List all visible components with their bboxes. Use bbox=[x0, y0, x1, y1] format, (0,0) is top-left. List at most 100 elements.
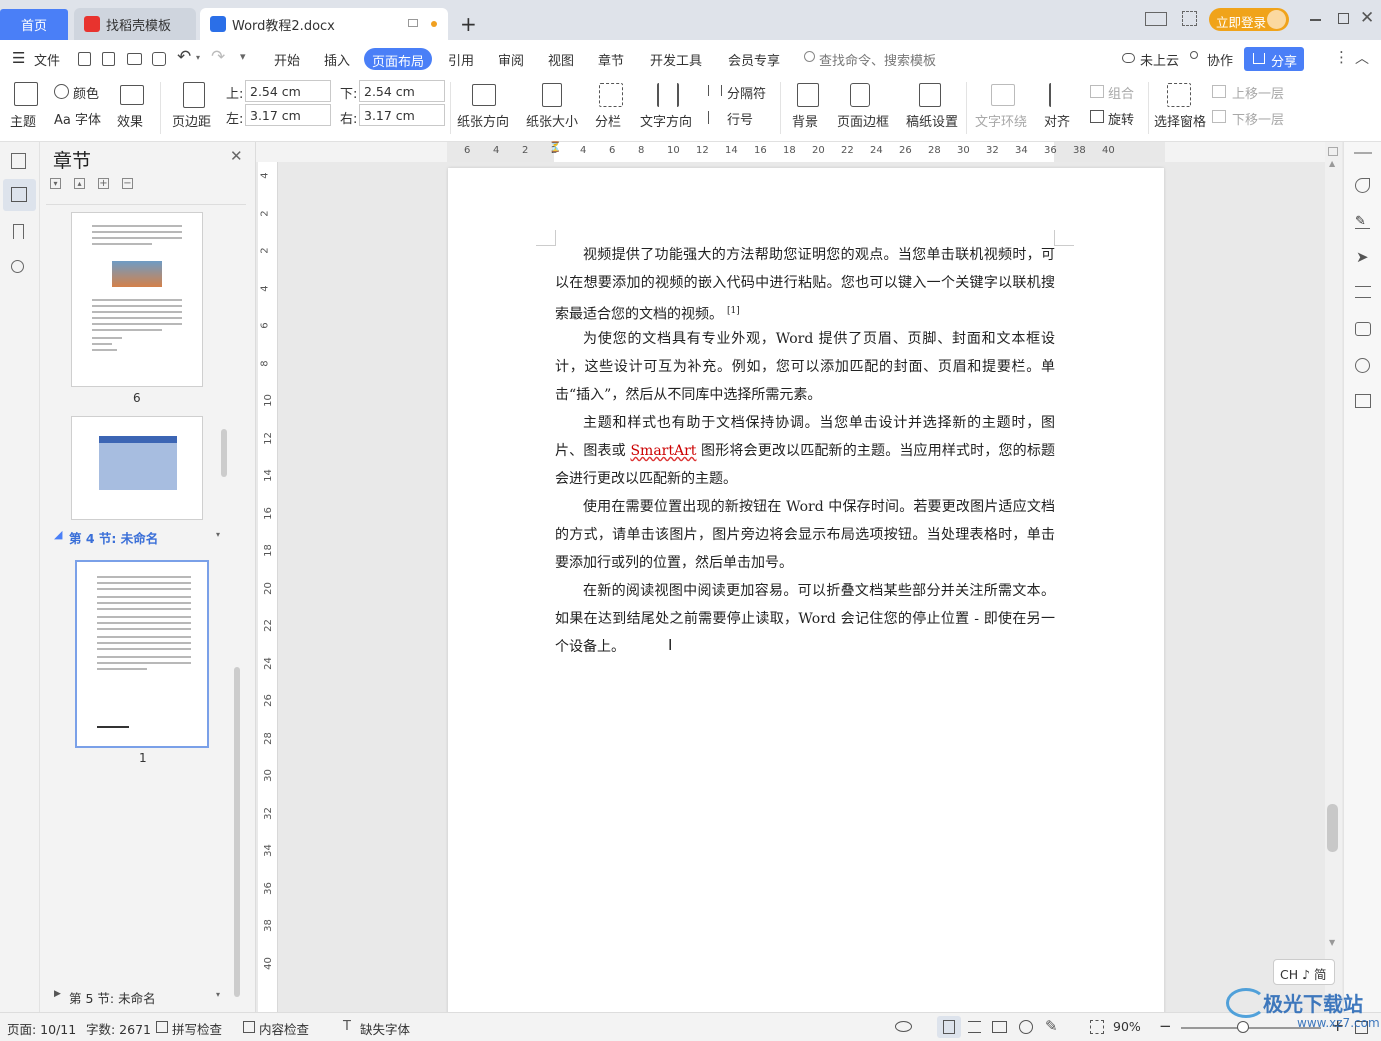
panel-scrollbar[interactable] bbox=[234, 667, 240, 997]
zoom-level[interactable]: 90% bbox=[1113, 1019, 1141, 1034]
chapter-nav-tab[interactable] bbox=[3, 179, 36, 211]
scrollbar-thumb[interactable] bbox=[1327, 804, 1338, 852]
tab-template[interactable]: 找稻壳模板 bbox=[74, 8, 196, 40]
menu-item-section[interactable]: 章节 bbox=[598, 50, 624, 69]
section-5-menu-icon[interactable]: ▾ bbox=[216, 990, 220, 999]
outline-icon[interactable] bbox=[11, 153, 26, 169]
fit-page-icon[interactable] bbox=[1090, 1020, 1104, 1034]
reading-mode-icon[interactable] bbox=[1145, 12, 1167, 26]
tab-document[interactable]: Word教程2.docx bbox=[200, 8, 448, 40]
text-direction-button[interactable]: 文字方向 bbox=[640, 111, 692, 130]
missing-font-button[interactable]: 缺失字体 bbox=[360, 1019, 410, 1038]
page-count[interactable]: 页面: 10/11 bbox=[7, 1019, 76, 1038]
menu-item-developer[interactable]: 开发工具 bbox=[650, 50, 702, 69]
paragraph-1[interactable]: 视频提供了功能强大的方法帮助您证明您的观点。当您单击联机视频时，可以在想要添加的… bbox=[555, 241, 1055, 329]
section-4-title[interactable]: 第 4 节: 未命名 bbox=[69, 528, 158, 547]
footnote-reference[interactable]: [1] bbox=[727, 306, 740, 316]
menu-item-page-layout[interactable]: 页面布局 bbox=[364, 48, 432, 70]
rotate-button[interactable]: 旋转 bbox=[1108, 109, 1134, 128]
paragraph-5[interactable]: 在新的阅读视图中阅读更加容易。可以折叠文档某些部分并关注所需文本。如果在达到结尾… bbox=[555, 577, 1055, 661]
ime-indicator[interactable]: CH ♪ 简 bbox=[1273, 959, 1335, 985]
menu-item-view[interactable]: 视图 bbox=[548, 50, 574, 69]
content-check-button[interactable]: 内容检查 bbox=[259, 1019, 309, 1038]
collapse-ribbon-icon[interactable]: ︿ bbox=[1355, 48, 1369, 68]
more-options-icon[interactable]: ⋮ bbox=[1334, 48, 1349, 66]
hamburger-icon[interactable]: ☰ bbox=[12, 49, 25, 67]
print-icon[interactable] bbox=[127, 53, 142, 65]
bookmark-icon[interactable] bbox=[13, 224, 24, 239]
undo-dropdown-icon[interactable]: ▾ bbox=[196, 53, 200, 62]
read-aloud-icon[interactable] bbox=[1355, 394, 1371, 408]
page-thumbnail-current[interactable] bbox=[75, 560, 209, 748]
horizontal-ruler[interactable]: 6 4 2 2 4 6 8 10 12 14 16 18 20 22 24 26 28 30 32 34 36 38 40 … bbox=[447, 142, 1165, 162]
scroll-up-icon[interactable]: ▲ bbox=[1329, 159, 1335, 168]
bring-forward-button[interactable]: 上移一层 bbox=[1232, 83, 1284, 102]
menu-item-start[interactable]: 开始 bbox=[274, 50, 300, 69]
remove-section-icon[interactable]: − bbox=[122, 178, 133, 189]
zoom-out-button[interactable]: − bbox=[1159, 1017, 1172, 1035]
right-margin-field[interactable]: 3.17 cm bbox=[359, 104, 445, 126]
maximize-icon[interactable] bbox=[1338, 13, 1349, 24]
page-thumbnail-7[interactable] bbox=[71, 416, 203, 520]
page-thumbnail-6[interactable] bbox=[71, 212, 203, 387]
document-scrollbar[interactable]: ▲ ▼ bbox=[1325, 142, 1342, 1012]
save-icon[interactable] bbox=[78, 52, 91, 66]
paragraph-3[interactable]: 主题和样式也有助于文档保持协调。当您单击设计并选择新的主题时，图片、图表或 Sm… bbox=[555, 409, 1055, 493]
bottom-margin-field[interactable]: 2.54 cm bbox=[359, 80, 445, 102]
write-mode-icon[interactable]: ✎ bbox=[1045, 1017, 1058, 1035]
effect-button[interactable]: 效果 bbox=[117, 111, 143, 130]
monitor-icon[interactable] bbox=[408, 19, 418, 27]
cursor-icon[interactable]: ➤ bbox=[1356, 248, 1369, 266]
adjust-icon[interactable] bbox=[1355, 286, 1371, 298]
wrap-text-button[interactable]: 文字环绕 bbox=[975, 111, 1027, 130]
send-backward-button[interactable]: 下移一层 bbox=[1232, 109, 1284, 128]
file-menu[interactable]: 文件 bbox=[34, 50, 60, 69]
new-tab-button[interactable]: + bbox=[460, 12, 477, 36]
page-size-button[interactable]: 纸张大小 bbox=[526, 111, 578, 130]
columns-button[interactable]: 分栏 bbox=[595, 111, 621, 130]
eye-protection-icon[interactable] bbox=[895, 1021, 912, 1032]
rocket-icon[interactable] bbox=[1355, 178, 1370, 193]
line-numbers-button[interactable]: 行号 bbox=[727, 109, 753, 128]
menu-item-member[interactable]: 会员专享 bbox=[728, 50, 780, 69]
location-icon[interactable] bbox=[1355, 358, 1370, 373]
indent-marker-icon[interactable]: ⏳ bbox=[549, 142, 561, 153]
menu-item-references[interactable]: 引用 bbox=[448, 50, 474, 69]
find-icon[interactable] bbox=[11, 260, 24, 273]
collapse-section-icon[interactable]: ▶ bbox=[54, 989, 61, 999]
pen-icon[interactable]: ✎ bbox=[1355, 214, 1370, 229]
spellcheck-button[interactable]: 拼写检查 bbox=[172, 1019, 222, 1038]
theme-button[interactable]: 主题 bbox=[10, 111, 36, 130]
scroll-down-icon[interactable]: ▼ bbox=[1329, 938, 1335, 947]
page-border-button[interactable]: 页面边框 bbox=[837, 111, 889, 130]
top-margin-field[interactable]: 2.54 cm bbox=[245, 80, 331, 102]
group-button[interactable]: 组合 bbox=[1108, 83, 1134, 102]
menu-item-insert[interactable]: 插入 bbox=[324, 50, 350, 69]
page-view-button[interactable] bbox=[937, 1016, 961, 1038]
breaks-button[interactable]: 分隔符 bbox=[727, 83, 766, 102]
close-panel-icon[interactable]: ✕ bbox=[230, 147, 243, 165]
orientation-button[interactable]: 纸张方向 bbox=[457, 111, 509, 130]
apps-grid-icon[interactable] bbox=[1182, 11, 1197, 26]
print-preview-icon[interactable] bbox=[152, 52, 166, 66]
collaborate-button[interactable]: 协作 bbox=[1207, 50, 1233, 69]
word-count[interactable]: 字数: 2671 bbox=[86, 1019, 151, 1038]
collapse-all-icon[interactable]: ▴ bbox=[74, 178, 85, 189]
section-4-menu-icon[interactable]: ▾ bbox=[216, 530, 220, 539]
paragraph-4[interactable]: 使用在需要位置出现的新按钮在 Word 中保存时间。若要更改图片适应文档的方式，… bbox=[555, 493, 1055, 577]
zoom-slider-handle[interactable] bbox=[1237, 1021, 1249, 1033]
nav-scrollbar-thumb[interactable] bbox=[221, 429, 227, 477]
redo-icon[interactable]: ↷ bbox=[211, 47, 225, 67]
expand-section-icon[interactable]: ◢ bbox=[54, 528, 62, 541]
close-icon[interactable]: ✕ bbox=[1360, 8, 1374, 28]
vertical-ruler[interactable]: 4 2 2 4 6 8 10 12 14 16 18 20 22 24 26 28 30 32 34 36 38 40 bbox=[258, 162, 278, 1012]
customize-dropdown-icon[interactable]: ▾ bbox=[240, 50, 246, 63]
cloud-status[interactable]: 未上云 bbox=[1140, 50, 1179, 69]
paragraph-2[interactable]: 为使您的文档具有专业外观，Word 提供了页眉、页脚、封面和文本框设计，这些设计… bbox=[555, 325, 1055, 409]
image-tool-icon[interactable] bbox=[1355, 322, 1371, 336]
section-5-title[interactable]: 第 5 节: 未命名 bbox=[69, 988, 156, 1007]
outline-view-icon[interactable] bbox=[968, 1021, 981, 1033]
undo-icon[interactable]: ↶ bbox=[177, 47, 191, 67]
document-page[interactable]: 视频提供了功能强大的方法帮助您证明您的观点。当您单击联机视频时，可以在想要添加的… bbox=[448, 168, 1164, 1018]
align-button[interactable]: 对齐 bbox=[1044, 111, 1070, 130]
